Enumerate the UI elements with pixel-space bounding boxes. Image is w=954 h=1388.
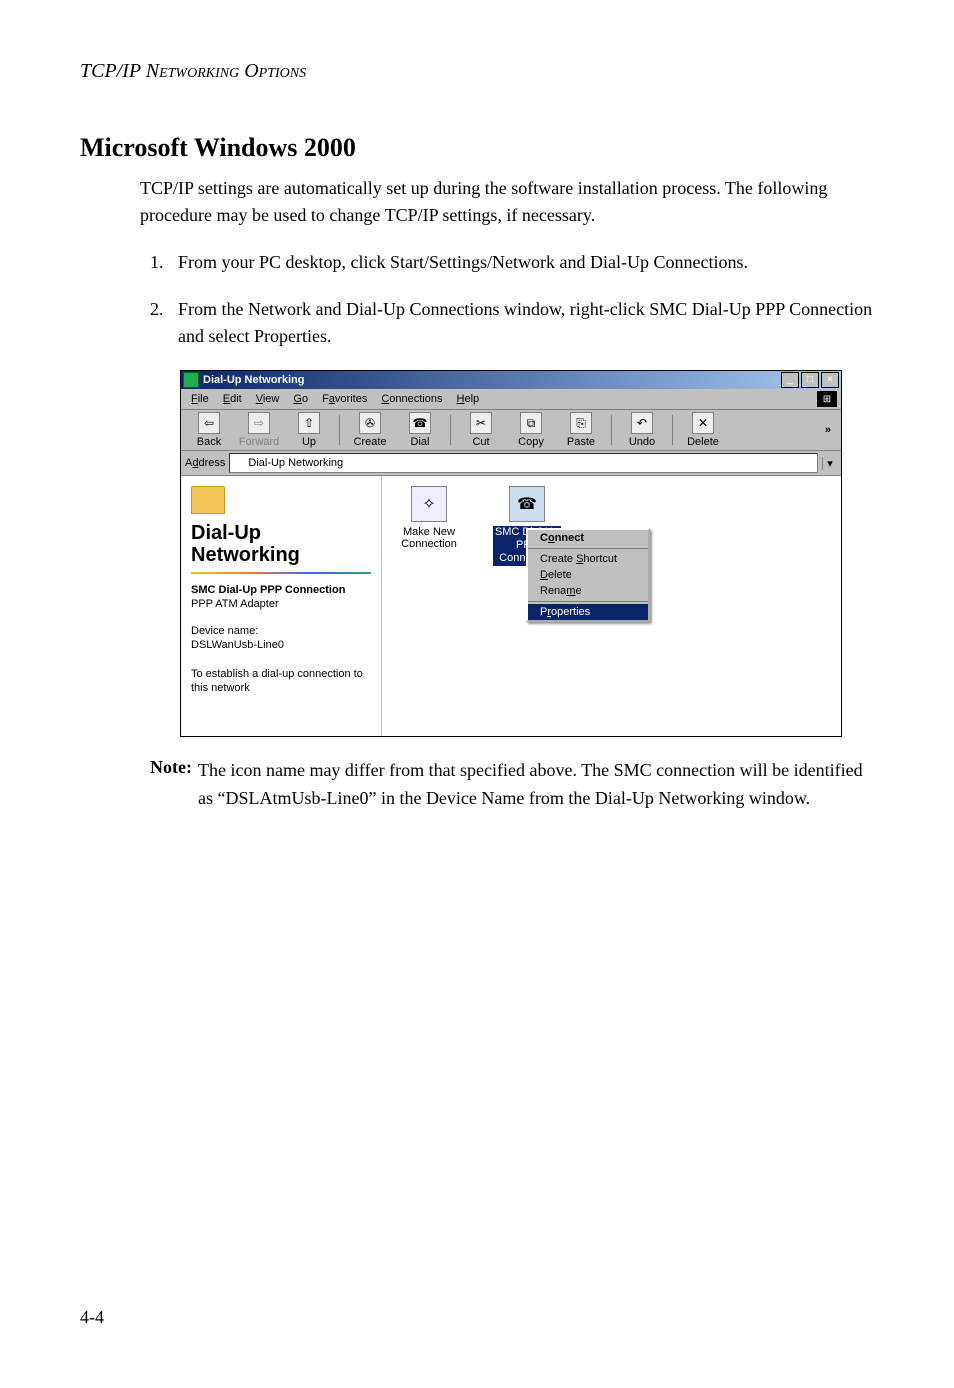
icon-grid: ✧ Make New Connection ☎ SMC Dial-Up PPP … bbox=[382, 476, 841, 736]
folder-icon bbox=[191, 486, 225, 514]
toolbar-paste-label: Paste bbox=[567, 436, 595, 448]
section-title: Microsoft Windows 2000 bbox=[80, 133, 874, 163]
selected-connection-adapter: PPP ATM Adapter bbox=[191, 598, 371, 610]
dial-icon: ☎ bbox=[409, 412, 431, 434]
context-menu-rename[interactable]: Rename bbox=[528, 583, 648, 599]
menu-help[interactable]: Help bbox=[451, 393, 486, 405]
toolbar-delete[interactable]: ✕ Delete bbox=[679, 412, 727, 448]
create-icon: ✇ bbox=[359, 412, 381, 434]
toolbar-paste[interactable]: ⎘ Paste bbox=[557, 412, 605, 448]
toolbar-up[interactable]: ⇧ Up bbox=[285, 412, 333, 448]
toolbar: ⇦ Back ⇨ Forward ⇧ Up ✇ Create ☎ Dial ✂ … bbox=[181, 410, 841, 451]
establish-text: To establish a dial-up connection to thi… bbox=[191, 667, 371, 696]
address-field[interactable]: Dial-Up Networking bbox=[229, 453, 818, 473]
step-2: From the Network and Dial-Up Connections… bbox=[168, 296, 874, 350]
address-icon bbox=[232, 457, 244, 469]
steps-list: From your PC desktop, click Start/Settin… bbox=[140, 249, 874, 350]
windows-logo-icon: ⊞ bbox=[817, 391, 837, 407]
note-label: Note: bbox=[150, 757, 198, 813]
menu-view[interactable]: View bbox=[250, 393, 286, 405]
window-title: Dial-Up Networking bbox=[203, 374, 781, 386]
context-menu-separator bbox=[528, 548, 648, 549]
toolbar-separator bbox=[611, 415, 612, 445]
device-block: Device name: DSLWanUsb-Line0 bbox=[191, 624, 371, 653]
toolbar-delete-label: Delete bbox=[687, 436, 719, 448]
pane-title: Dial-Up Networking bbox=[191, 522, 371, 566]
make-new-connection-icon[interactable]: ✧ Make New Connection bbox=[394, 486, 464, 550]
menu-connections[interactable]: Connections bbox=[375, 393, 448, 405]
context-menu-create-shortcut[interactable]: Create Shortcut bbox=[528, 551, 648, 567]
connection-icon: ☎ bbox=[509, 486, 545, 522]
selected-connection-name: SMC Dial-Up PPP Connection bbox=[191, 584, 371, 596]
window-titlebar[interactable]: Dial-Up Networking _ □ × bbox=[181, 371, 841, 389]
cut-icon: ✂ bbox=[470, 412, 492, 434]
toolbar-forward[interactable]: ⇨ Forward bbox=[235, 412, 283, 448]
context-menu-separator bbox=[528, 601, 648, 602]
delete-icon: ✕ bbox=[692, 412, 714, 434]
forward-icon: ⇨ bbox=[248, 412, 270, 434]
toolbar-back-label: Back bbox=[197, 436, 221, 448]
content-area: Dial-Up Networking SMC Dial-Up PPP Conne… bbox=[181, 476, 841, 736]
menu-favorites[interactable]: Favorites bbox=[316, 393, 373, 405]
step-1: From your PC desktop, click Start/Settin… bbox=[168, 249, 874, 276]
address-value: Dial-Up Networking bbox=[248, 457, 343, 469]
copy-icon: ⧉ bbox=[520, 412, 542, 434]
minimize-button[interactable]: _ bbox=[781, 372, 799, 388]
toolbar-create-label: Create bbox=[353, 436, 386, 448]
toolbar-copy-label: Copy bbox=[518, 436, 544, 448]
paste-icon: ⎘ bbox=[570, 412, 592, 434]
toolbar-cut[interactable]: ✂ Cut bbox=[457, 412, 505, 448]
address-bar: Address Dial-Up Networking ▾ bbox=[181, 451, 841, 476]
maximize-button[interactable]: □ bbox=[801, 372, 819, 388]
device-name-label: Device name: bbox=[191, 624, 371, 638]
context-menu: Connect Create Shortcut Delete Rename Pr… bbox=[526, 528, 650, 622]
toolbar-dial-label: Dial bbox=[411, 436, 430, 448]
toolbar-forward-label: Forward bbox=[239, 436, 279, 448]
toolbar-more-button[interactable]: » bbox=[819, 424, 837, 436]
context-menu-properties[interactable]: Properties bbox=[528, 604, 648, 620]
side-info-pane: Dial-Up Networking SMC Dial-Up PPP Conne… bbox=[181, 476, 382, 736]
toolbar-dial[interactable]: ☎ Dial bbox=[396, 412, 444, 448]
context-menu-delete[interactable]: Delete bbox=[528, 567, 648, 583]
menu-go[interactable]: Go bbox=[287, 393, 314, 405]
toolbar-separator bbox=[672, 415, 673, 445]
dialup-window: Dial-Up Networking _ □ × File Edit View … bbox=[180, 370, 842, 737]
toolbar-copy[interactable]: ⧉ Copy bbox=[507, 412, 555, 448]
toolbar-undo[interactable]: ↶ Undo bbox=[618, 412, 666, 448]
close-button[interactable]: × bbox=[821, 372, 839, 388]
new-connection-icon: ✧ bbox=[411, 486, 447, 522]
up-icon: ⇧ bbox=[298, 412, 320, 434]
running-header: TCP/IP Networking Options bbox=[80, 60, 874, 83]
toolbar-cut-label: Cut bbox=[472, 436, 489, 448]
toolbar-up-label: Up bbox=[302, 436, 316, 448]
toolbar-back[interactable]: ⇦ Back bbox=[185, 412, 233, 448]
app-icon bbox=[183, 372, 199, 388]
note-text: The icon name may differ from that speci… bbox=[198, 757, 874, 813]
undo-icon: ↶ bbox=[631, 412, 653, 434]
toolbar-undo-label: Undo bbox=[629, 436, 655, 448]
back-icon: ⇦ bbox=[198, 412, 220, 434]
page-number: 4-4 bbox=[80, 1307, 104, 1328]
intro-paragraph: TCP/IP settings are automatically set up… bbox=[140, 175, 874, 229]
context-menu-connect[interactable]: Connect bbox=[528, 530, 648, 546]
menu-bar: File Edit View Go Favorites Connections … bbox=[181, 389, 841, 410]
toolbar-separator bbox=[450, 415, 451, 445]
menu-file[interactable]: File bbox=[185, 393, 215, 405]
address-label: Address bbox=[185, 457, 225, 469]
toolbar-create[interactable]: ✇ Create bbox=[346, 412, 394, 448]
device-name-value: DSLWanUsb-Line0 bbox=[191, 638, 371, 652]
icon-label: Make New Connection bbox=[394, 526, 464, 550]
address-dropdown-button[interactable]: ▾ bbox=[822, 457, 837, 470]
note-row: Note: The icon name may differ from that… bbox=[150, 757, 874, 813]
toolbar-separator bbox=[339, 415, 340, 445]
pane-accent-line bbox=[191, 572, 371, 574]
menu-edit[interactable]: Edit bbox=[217, 393, 248, 405]
